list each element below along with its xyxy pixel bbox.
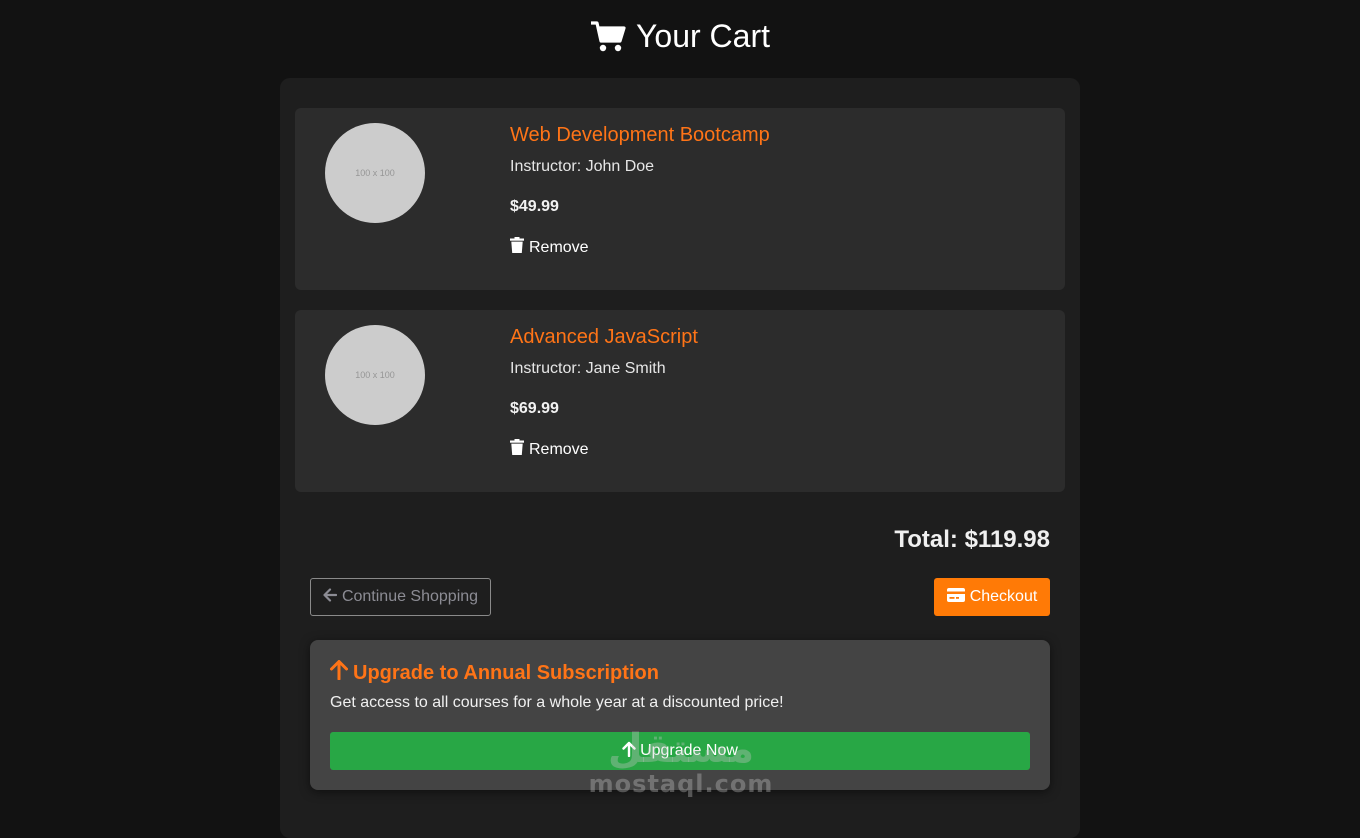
cart-icon — [590, 19, 626, 55]
checkout-label: Checkout — [969, 588, 1038, 605]
remove-button[interactable]: Remove — [510, 439, 589, 460]
thumbnail-placeholder-text: 100 x 100 — [355, 168, 395, 178]
checkout-button[interactable]: Checkout — [934, 578, 1050, 616]
upgrade-now-button[interactable]: Upgrade Now — [330, 732, 1030, 770]
course-instructor: Instructor: Jane Smith — [510, 360, 666, 377]
course-thumbnail: 100 x 100 — [325, 325, 425, 425]
course-price: $69.99 — [510, 400, 559, 417]
arrow-up-icon — [330, 660, 348, 686]
upgrade-promo: Upgrade to Annual Subscription Get acces… — [310, 640, 1050, 790]
upgrade-now-label: Upgrade Now — [640, 742, 738, 759]
remove-button[interactable]: Remove — [510, 237, 589, 258]
cart-item: 100 x 100 Web Development Bootcamp Instr… — [295, 108, 1065, 290]
course-thumbnail: 100 x 100 — [325, 123, 425, 223]
cart-container: 100 x 100 Web Development Bootcamp Instr… — [280, 78, 1080, 838]
course-title: Web Development Bootcamp — [510, 124, 770, 146]
continue-shopping-button[interactable]: Continue Shopping — [310, 578, 491, 616]
upgrade-title-text: Upgrade to Annual Subscription — [353, 661, 659, 684]
arrow-left-icon — [323, 587, 338, 607]
cart-item: 100 x 100 Advanced JavaScript Instructor… — [295, 310, 1065, 492]
remove-label: Remove — [529, 440, 589, 458]
thumbnail-placeholder-text: 100 x 100 — [355, 370, 395, 380]
upgrade-title: Upgrade to Annual Subscription — [330, 660, 659, 686]
arrow-up-icon — [622, 741, 636, 762]
page-title-text: Your Cart — [636, 18, 770, 54]
course-instructor: Instructor: John Doe — [510, 158, 655, 175]
upgrade-description: Get access to all courses for a whole ye… — [330, 694, 784, 711]
trash-icon — [510, 439, 524, 460]
course-title: Advanced JavaScript — [510, 326, 698, 348]
cart-total: Total: $119.98 — [894, 526, 1050, 553]
page-title: Your Cart — [0, 18, 1360, 55]
course-price: $49.99 — [510, 198, 559, 215]
trash-icon — [510, 237, 524, 258]
continue-shopping-label: Continue Shopping — [341, 588, 479, 605]
credit-card-icon — [946, 587, 965, 607]
remove-label: Remove — [529, 238, 589, 256]
